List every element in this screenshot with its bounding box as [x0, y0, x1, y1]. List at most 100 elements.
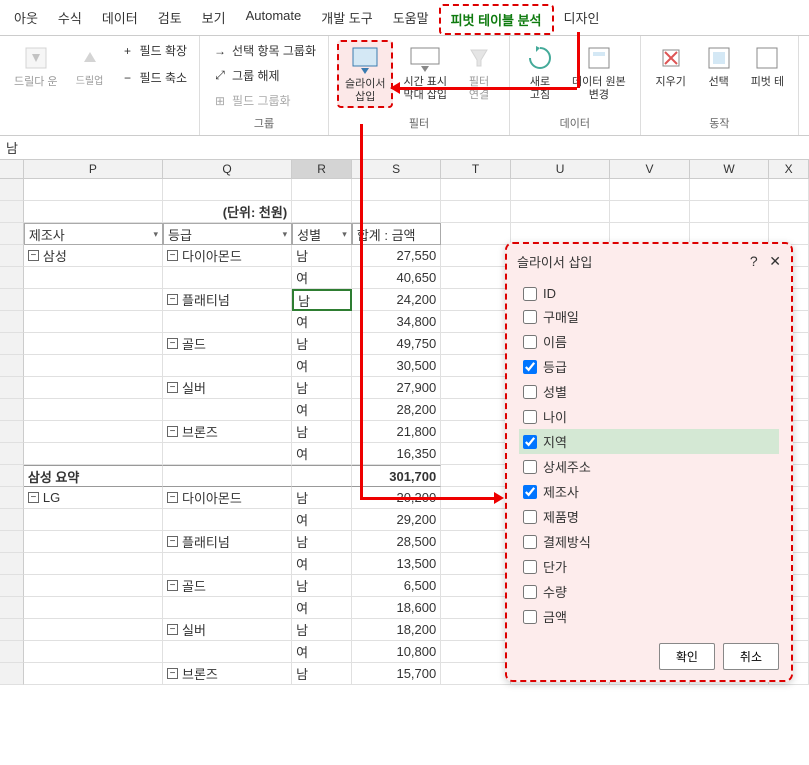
- col-header-T[interactable]: T: [441, 160, 511, 178]
- cell[interactable]: 13,500: [352, 553, 441, 575]
- cell[interactable]: [441, 619, 511, 641]
- field-checkbox[interactable]: [523, 485, 537, 499]
- cell[interactable]: [24, 531, 163, 553]
- drilldown-button[interactable]: 드릴다 운: [8, 40, 64, 91]
- slicer-field-item[interactable]: 제조사: [519, 479, 779, 504]
- cell[interactable]: [441, 421, 511, 443]
- tab-review[interactable]: 검토: [148, 4, 192, 35]
- cell[interactable]: 남: [292, 575, 352, 597]
- cell[interactable]: [0, 531, 24, 553]
- cell[interactable]: [0, 509, 24, 531]
- cell[interactable]: [0, 465, 24, 487]
- cell[interactable]: [0, 597, 24, 619]
- cell[interactable]: 남: [292, 333, 352, 355]
- cell[interactable]: [163, 179, 292, 201]
- cell[interactable]: 15,700: [352, 663, 441, 685]
- cell[interactable]: −다이아몬드: [163, 245, 292, 267]
- cell[interactable]: [24, 289, 163, 311]
- cell[interactable]: [441, 201, 511, 223]
- cell[interactable]: [24, 201, 163, 223]
- cell[interactable]: [441, 553, 511, 575]
- cell[interactable]: 29,200: [352, 509, 441, 531]
- cell[interactable]: [163, 311, 292, 333]
- dialog-close-button[interactable]: ✕: [769, 253, 781, 269]
- cell[interactable]: [441, 531, 511, 553]
- cell[interactable]: [441, 641, 511, 663]
- cell[interactable]: [163, 641, 292, 663]
- cell[interactable]: 합계 : 금액: [352, 223, 441, 245]
- cell[interactable]: [163, 509, 292, 531]
- cell[interactable]: 여: [292, 399, 352, 421]
- cell[interactable]: [441, 245, 511, 267]
- cell[interactable]: 남: [292, 289, 352, 311]
- cell[interactable]: [441, 377, 511, 399]
- col-header-R[interactable]: R: [292, 160, 352, 178]
- field-expand-button[interactable]: + 필드 확장: [116, 40, 192, 61]
- cell[interactable]: [163, 399, 292, 421]
- tab-help[interactable]: 도움말: [383, 4, 439, 35]
- cell[interactable]: [690, 179, 770, 201]
- cell[interactable]: 24,200: [352, 289, 441, 311]
- tab-automate[interactable]: Automate: [236, 4, 312, 35]
- cell[interactable]: −브론즈: [163, 663, 292, 685]
- col-header-W[interactable]: W: [690, 160, 770, 178]
- field-checkbox[interactable]: [523, 585, 537, 599]
- cell[interactable]: [163, 553, 292, 575]
- field-checkbox[interactable]: [523, 510, 537, 524]
- cell[interactable]: [0, 487, 24, 509]
- cell[interactable]: [24, 377, 163, 399]
- tab-layout[interactable]: 아웃: [4, 4, 48, 35]
- col-header-V[interactable]: V: [610, 160, 690, 178]
- cell[interactable]: [0, 443, 24, 465]
- cell[interactable]: [441, 465, 511, 487]
- slicer-field-item[interactable]: 지역: [519, 429, 779, 454]
- slicer-field-item[interactable]: ID: [519, 283, 779, 304]
- slicer-field-item[interactable]: 금액: [519, 604, 779, 629]
- cell[interactable]: −골드: [163, 333, 292, 355]
- group-selection-button[interactable]: → 선택 항목 그룹화: [208, 40, 320, 61]
- field-checkbox[interactable]: [523, 610, 537, 624]
- cell[interactable]: [24, 311, 163, 333]
- change-source-button[interactable]: 데이터 원본 변경: [566, 40, 632, 104]
- cell[interactable]: −플래티넘: [163, 289, 292, 311]
- slicer-field-item[interactable]: 상세주소: [519, 454, 779, 479]
- cell[interactable]: [24, 553, 163, 575]
- corner-header[interactable]: [0, 160, 24, 178]
- cell[interactable]: 남: [292, 245, 352, 267]
- cell[interactable]: [441, 311, 511, 333]
- cell[interactable]: 남: [292, 663, 352, 685]
- cell[interactable]: 28,500: [352, 531, 441, 553]
- cell[interactable]: [24, 333, 163, 355]
- cell[interactable]: [441, 443, 511, 465]
- cell[interactable]: 남: [292, 531, 352, 553]
- cell[interactable]: −삼성: [24, 245, 163, 267]
- cell[interactable]: [24, 619, 163, 641]
- cell[interactable]: [163, 267, 292, 289]
- field-checkbox[interactable]: [523, 460, 537, 474]
- cell[interactable]: [24, 179, 163, 201]
- cell[interactable]: [0, 421, 24, 443]
- select-button[interactable]: 선택: [697, 40, 741, 91]
- cell[interactable]: −플래티넘: [163, 531, 292, 553]
- cell[interactable]: [441, 179, 511, 201]
- cell[interactable]: [0, 641, 24, 663]
- cell[interactable]: [0, 377, 24, 399]
- cell[interactable]: 28,200: [352, 399, 441, 421]
- cell[interactable]: [441, 355, 511, 377]
- tab-formulas[interactable]: 수식: [48, 4, 92, 35]
- cell[interactable]: 여: [292, 641, 352, 663]
- slicer-field-item[interactable]: 구매일: [519, 304, 779, 329]
- cell[interactable]: [24, 663, 163, 685]
- cell[interactable]: 여: [292, 311, 352, 333]
- cell[interactable]: 남: [292, 421, 352, 443]
- tab-pivot-analyze[interactable]: 피벗 테이블 분석: [439, 4, 554, 35]
- slicer-field-item[interactable]: 결제방식: [519, 529, 779, 554]
- cell[interactable]: [24, 509, 163, 531]
- cell[interactable]: 여: [292, 553, 352, 575]
- cell[interactable]: 30,500: [352, 355, 441, 377]
- cell[interactable]: [163, 597, 292, 619]
- col-header-U[interactable]: U: [511, 160, 610, 178]
- cell[interactable]: [690, 201, 770, 223]
- dialog-help-button[interactable]: ?: [750, 253, 758, 269]
- cell[interactable]: 27,900: [352, 377, 441, 399]
